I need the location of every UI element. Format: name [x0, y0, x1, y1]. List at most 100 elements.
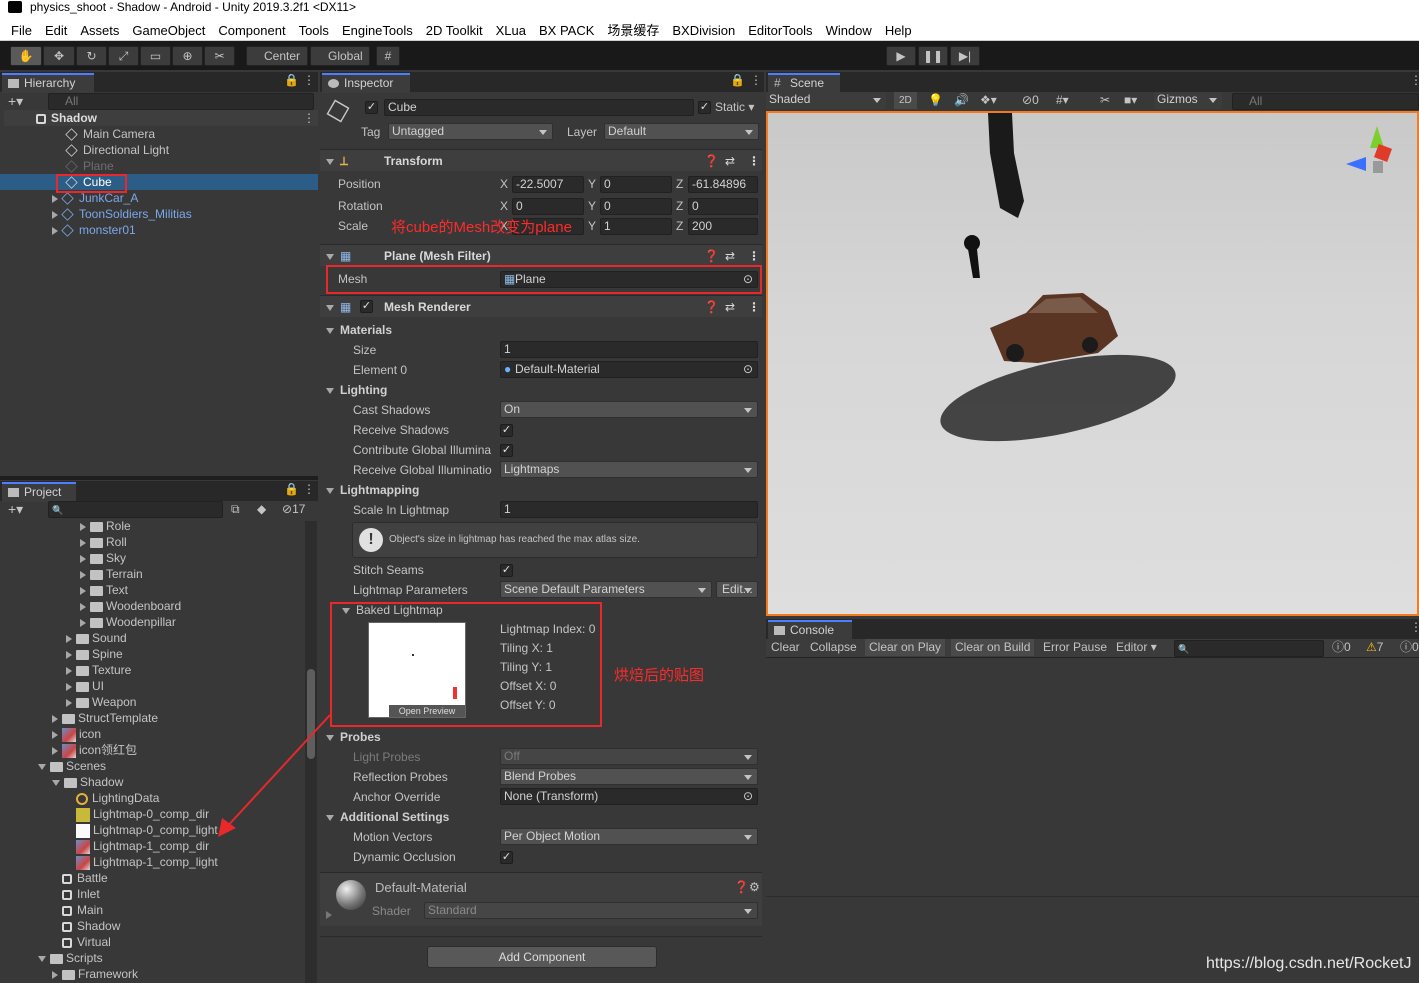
menu-edit[interactable]: Edit [45, 23, 67, 38]
mesh-filter-header[interactable]: ▦ Plane (Mesh Filter) ❓ ⇄ ⋮ [320, 244, 762, 266]
project-item[interactable]: icon领红包 [0, 742, 137, 758]
scene-viewport[interactable] [766, 111, 1419, 616]
lighting-toggle-icon[interactable]: 💡 [928, 92, 943, 109]
grid-toggle-icon[interactable]: #▾ [1056, 92, 1069, 109]
project-item[interactable]: Battle [0, 870, 108, 886]
project-item[interactable]: Scripts [0, 950, 103, 966]
project-item[interactable]: Woodenpillar [0, 614, 176, 630]
project-item[interactable]: Framework [0, 966, 138, 982]
collapsed-arrow-icon[interactable] [66, 682, 72, 691]
shading-mode-dropdown[interactable]: Shaded [766, 92, 886, 109]
panel-menu-icon[interactable]: ⋮ [303, 72, 315, 89]
hierarchy-item-plane[interactable]: Plane [0, 158, 114, 174]
menu-scene-cache[interactable]: 场景缓存 [607, 23, 659, 38]
tab-inspector[interactable]: Inspector [322, 73, 410, 93]
pivot-global-button[interactable]: Global [310, 46, 370, 66]
panel-menu-icon[interactable]: ⋮ [303, 481, 315, 498]
expanded-arrow-icon[interactable] [38, 955, 46, 962]
rotate-tool-icon[interactable]: ↻ [76, 46, 107, 66]
menu-help[interactable]: Help [885, 23, 912, 38]
snap-grid-icon[interactable]: # [376, 46, 400, 66]
help-icon[interactable]: ❓ [704, 296, 719, 318]
menu-gameobject[interactable]: GameObject [132, 23, 205, 38]
tab-project[interactable]: Project [2, 482, 76, 502]
scene-root-row[interactable]: Shadow [4, 110, 318, 126]
hand-tool-icon[interactable]: ✋ [10, 46, 42, 66]
console-search-input[interactable]: 🔍 [1174, 640, 1324, 657]
project-item[interactable]: Shadow [0, 918, 120, 934]
layer-dropdown[interactable]: Default [604, 123, 759, 140]
component-menu-icon[interactable]: ⋮ [748, 296, 760, 318]
gizmo-z-axis-icon[interactable] [1346, 157, 1366, 171]
hidden-objects-icon[interactable]: ⊘0 [1022, 92, 1039, 109]
transform-py-input[interactable]: 0 [600, 176, 672, 193]
material-header[interactable]: Default-Material Shader Standard ❓ ⚙ [320, 872, 762, 926]
lightmap-params-dropdown[interactable]: Scene Default Parameters [500, 581, 712, 598]
collapsed-arrow-icon[interactable] [80, 538, 86, 547]
scale-tool-icon[interactable]: ⤢ [108, 46, 139, 66]
lighting-foldout[interactable]: Lighting [326, 382, 387, 398]
collapsed-arrow-icon[interactable] [80, 586, 86, 595]
menu-file[interactable]: File [11, 23, 32, 38]
console-log-area[interactable] [766, 659, 1419, 939]
menu-tools[interactable]: Tools [299, 23, 329, 38]
project-item[interactable]: Shadow [0, 774, 123, 790]
transform-sz-input[interactable]: 200 [688, 218, 758, 235]
static-checkbox[interactable]: ✓ [698, 101, 711, 114]
collapsed-arrow-icon[interactable] [66, 666, 72, 675]
custom-tool-icon[interactable]: ✂ [204, 46, 235, 66]
menu-assets[interactable]: Assets [80, 23, 119, 38]
hierarchy-item-toonsoldiers[interactable]: ToonSoldiers_Militias [0, 206, 192, 222]
clear-on-build-button[interactable]: Clear on Build [951, 639, 1035, 656]
camera-icon[interactable]: ■▾ [1124, 92, 1137, 109]
collapsed-arrow-icon[interactable] [80, 618, 86, 627]
project-search-input[interactable]: 🔍 [48, 501, 223, 518]
anchor-override-field[interactable]: None (Transform) ⊙ [500, 788, 758, 805]
effects-icon[interactable]: ❖▾ [980, 92, 997, 109]
tag-dropdown[interactable]: Untagged [388, 123, 553, 140]
scene-search-input[interactable]: All [1232, 93, 1419, 110]
lock-icon[interactable]: 🔒 [284, 72, 299, 89]
menu-enginetools[interactable]: EngineTools [342, 23, 413, 38]
project-item[interactable]: Sound [0, 630, 127, 646]
lock-icon[interactable]: 🔒 [730, 72, 745, 89]
transform-rz-input[interactable]: 0 [688, 198, 758, 215]
create-button[interactable]: +▾ [8, 501, 23, 518]
project-item[interactable]: Virtual [0, 934, 111, 950]
project-item[interactable]: LightingData [0, 790, 159, 806]
hierarchy-search-input[interactable]: All [48, 93, 314, 110]
motion-vectors-dropdown[interactable]: Per Object Motion [500, 828, 758, 845]
materials-size-input[interactable]: 1 [500, 341, 758, 358]
rect-tool-icon[interactable]: ▭ [140, 46, 171, 66]
error-pause-button[interactable]: Error Pause [1043, 639, 1107, 656]
project-item[interactable]: Text [0, 582, 128, 598]
mode-2d-button[interactable]: 2D [894, 92, 917, 109]
stitch-seams-checkbox[interactable]: ✓ [500, 564, 513, 577]
menu-bx-pack[interactable]: BX PACK [539, 23, 594, 38]
receive-gi-dropdown[interactable]: Lightmaps [500, 461, 758, 478]
filter-type-icon[interactable]: ⧉ [231, 501, 240, 518]
project-item[interactable]: Lightmap-1_comp_light [0, 854, 218, 870]
pause-button-icon[interactable]: ❚❚ [918, 46, 948, 66]
transform-px-input[interactable]: -22.5007 [512, 176, 584, 193]
material-element0-field[interactable]: ● Default-Material ⊙ [500, 361, 758, 378]
project-item[interactable]: Roll [0, 534, 127, 550]
preset-icon[interactable]: ⇄ [725, 150, 735, 172]
menu-bxdivision[interactable]: BXDivision [672, 23, 735, 38]
additional-settings-foldout[interactable]: Additional Settings [326, 809, 449, 825]
shader-dropdown[interactable]: Standard [424, 902, 758, 919]
gizmo-x-axis-icon[interactable] [1374, 144, 1392, 162]
lightmapping-foldout[interactable]: Lightmapping [326, 482, 419, 498]
menu-window[interactable]: Window [826, 23, 872, 38]
dynamic-occlusion-checkbox[interactable]: ✓ [500, 851, 513, 864]
tools-icon[interactable]: ✂ [1100, 92, 1110, 109]
clear-button[interactable]: Clear [771, 639, 800, 656]
transform-rx-input[interactable]: 0 [512, 198, 584, 215]
transform-ry-input[interactable]: 0 [600, 198, 672, 215]
collapsed-arrow-icon[interactable] [66, 634, 72, 643]
collapsed-arrow-icon[interactable] [80, 602, 86, 611]
transform-header[interactable]: ⟂ Transform ❓ ⇄ ⋮ [320, 149, 762, 171]
menu-component[interactable]: Component [218, 23, 285, 38]
project-item[interactable]: icon [0, 726, 101, 742]
tab-hierarchy[interactable]: Hierarchy [2, 73, 94, 93]
